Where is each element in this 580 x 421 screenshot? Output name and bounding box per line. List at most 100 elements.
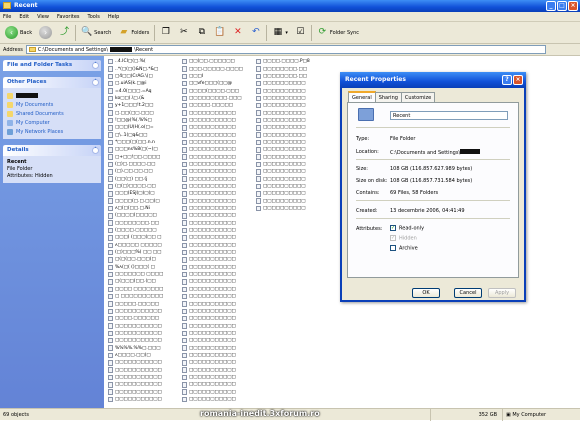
address-input[interactable]: C:\Documents and Settings\ \Recent bbox=[25, 45, 546, 54]
file-item[interactable]: □□□□□□□□□□□ bbox=[182, 337, 254, 344]
file-item[interactable]: □□□□□□□□□□□ bbox=[108, 366, 180, 373]
file-item[interactable]: □□□□□□□□□□□ bbox=[108, 381, 180, 388]
file-item[interactable]: ʌ□(□(□□.□.Ni bbox=[108, 205, 180, 212]
file-item[interactable]: □□□□□□□□□□□ bbox=[182, 396, 254, 403]
panel-header[interactable]: Other Places ˄ bbox=[3, 77, 101, 88]
file-item[interactable]: □□□□□□□□□□ bbox=[256, 80, 336, 87]
file-item[interactable]: □□□□□□□□.□□ bbox=[108, 220, 180, 227]
file-item[interactable]: □(□□□(□□.(□□ bbox=[108, 278, 180, 285]
file-item[interactable]: □□□□□□□□□□□ bbox=[182, 352, 254, 359]
file-item[interactable]: □□□□□□□□□□□ bbox=[182, 205, 254, 212]
file-item[interactable]: ..4.ICI□(□.%( bbox=[108, 58, 180, 65]
file-item[interactable]: □□□□□□□□□□□ bbox=[182, 388, 254, 395]
file-item[interactable]: □□□.□□□□□.□□□□ bbox=[182, 65, 254, 72]
file-item[interactable]: □□□□□□□□□□□ bbox=[182, 139, 254, 146]
chevron-up-icon[interactable]: ˄ bbox=[92, 147, 99, 154]
file-item[interactable]: □□□□□□□□□□□ bbox=[182, 322, 254, 329]
file-item[interactable]: □□□□□□□□□□□ bbox=[182, 131, 254, 138]
menu-edit[interactable]: Edit bbox=[19, 12, 29, 21]
file-item[interactable]: □□□(ESJ(□)□(□ bbox=[108, 190, 180, 197]
up-button[interactable]: ⤴ bbox=[57, 25, 72, 41]
file-item[interactable]: =4.0(□□□.=Aq bbox=[108, 87, 180, 94]
paste-button[interactable]: 📋 bbox=[212, 25, 227, 41]
file-item[interactable]: (□)□□□%( □□ □□ bbox=[108, 249, 180, 256]
file-item[interactable]: □□□□□□□□□□□ bbox=[182, 381, 254, 388]
file-item[interactable]: □□□□□.□□□□□ bbox=[182, 102, 254, 109]
file-item[interactable]: □□□□ □□□□□□□ bbox=[108, 286, 180, 293]
cut-button[interactable]: ✂ bbox=[176, 25, 191, 41]
file-item[interactable]: □□□□□□□□□□ bbox=[256, 168, 336, 175]
file-item[interactable]: □□(□□.□□□□□□ bbox=[182, 58, 254, 65]
file-item[interactable]: □□□□□□□□□□□ bbox=[182, 286, 254, 293]
file-item[interactable]: □+□□!□□.□□□□ bbox=[108, 153, 180, 160]
file-item[interactable]: □□□□□□□□□□ bbox=[256, 117, 336, 124]
file-item[interactable]: □□□□□□□□□□ bbox=[256, 190, 336, 197]
readonly-checkbox[interactable]: ✓ Read-only bbox=[390, 225, 424, 232]
file-item[interactable]: □□□□□□□□□□□ bbox=[182, 190, 254, 197]
file-item[interactable]: □□□□□□□□□□□ bbox=[182, 220, 254, 227]
file-item[interactable]: □□□□□□□□□□□ bbox=[108, 330, 180, 337]
file-item[interactable]: □□□□□□□□.□□ bbox=[256, 65, 336, 72]
ok-button[interactable]: OK bbox=[412, 288, 440, 298]
copy-to-button[interactable]: ❐ bbox=[158, 25, 173, 41]
file-item[interactable]: □□□□□□□□□□□ bbox=[108, 308, 180, 315]
file-item[interactable]: %%%%.%%□.□□□ bbox=[108, 344, 180, 351]
properties-button[interactable]: ☑ bbox=[293, 25, 308, 41]
menu-file[interactable]: File bbox=[3, 12, 11, 21]
file-item[interactable]: □□□□□□□□□□ bbox=[256, 95, 336, 102]
file-item[interactable]: □□vfe□□□(□□@ bbox=[182, 80, 254, 87]
file-item[interactable]: □□□□□□□□□□ bbox=[256, 183, 336, 190]
file-item[interactable]: □□□□□□□□□□□ bbox=[182, 212, 254, 219]
other-place-my-computer[interactable]: My Computer bbox=[7, 118, 97, 127]
file-item[interactable]: □□□□□□□□□□□ bbox=[108, 337, 180, 344]
file-item[interactable]: (□(□)□□□□.□□ bbox=[108, 183, 180, 190]
search-button[interactable]: 🔍 Search bbox=[79, 25, 113, 41]
file-item[interactable]: □□□□□□□□□□□ bbox=[182, 344, 254, 351]
folders-button[interactable]: ▰ Folders bbox=[116, 25, 151, 41]
file-item[interactable]: (□□(□) □□.(j bbox=[108, 176, 180, 183]
file-item[interactable]: □.□□(□□.□□□ bbox=[108, 109, 180, 116]
file-item[interactable]: □□□□□□□□□□ bbox=[256, 176, 336, 183]
file-item[interactable]: □□□□□□□□□□□ bbox=[182, 366, 254, 373]
close-button[interactable]: × bbox=[568, 1, 578, 11]
file-item[interactable]: □□□□□□□□□□□ bbox=[182, 359, 254, 366]
file-item[interactable]: (□□□□(□□□□□ bbox=[108, 212, 180, 219]
file-item[interactable]: □(□(□□.□□□(□ bbox=[108, 256, 180, 263]
file-item[interactable]: □□□□□□□□□□□ bbox=[108, 388, 180, 395]
file-item[interactable]: □□□□□□□□□□□ bbox=[182, 153, 254, 160]
file-item[interactable]: □□□(U(H(.o(□= bbox=[108, 124, 180, 131]
file-item[interactable]: □□□□□□□□□□□ bbox=[182, 183, 254, 190]
file-item[interactable]: □□□□□□□ □□□□ bbox=[108, 271, 180, 278]
file-item[interactable]: □□□□□□□□□□□ bbox=[182, 146, 254, 153]
file-item[interactable]: y+1□□□!t.2□□ bbox=[108, 102, 180, 109]
file-item[interactable]: □□□□.□□□□□□ bbox=[108, 315, 180, 322]
file-item[interactable]: *□□□(□(□□.n.n bbox=[108, 139, 180, 146]
other-place-user[interactable] bbox=[7, 91, 97, 100]
file-item[interactable]: □□□( (□□□(□□ □ bbox=[108, 234, 180, 241]
file-item[interactable]: (□□□□.□□□□□ bbox=[108, 227, 180, 234]
file-item[interactable]: (□)□.□□□□.□□ bbox=[108, 161, 180, 168]
file-item[interactable]: □□□□□□□□□□□ bbox=[182, 256, 254, 263]
file-item[interactable]: □\..1(□q&□□ bbox=[108, 131, 180, 138]
file-item[interactable]: %ʌ(□( ()□□□( □ bbox=[108, 264, 180, 271]
dialog-close-button[interactable]: × bbox=[513, 75, 523, 85]
menu-help[interactable]: Help bbox=[108, 12, 119, 21]
views-button[interactable]: ▦ ▾ bbox=[270, 25, 290, 41]
file-item[interactable]: □□□I bbox=[182, 73, 254, 80]
file-item[interactable]: □□□□□□□□□□□ bbox=[182, 315, 254, 322]
file-item[interactable]: □□□□.□□□□.P□8 bbox=[256, 58, 336, 65]
other-place-my-documents[interactable]: My Documents bbox=[7, 100, 97, 109]
tab-customize[interactable]: Customize bbox=[400, 92, 436, 102]
tab-sharing[interactable]: Sharing bbox=[374, 92, 402, 102]
file-item[interactable]: □□□□□□□□□.□□□ bbox=[182, 95, 254, 102]
menu-favorites[interactable]: Favorites bbox=[57, 12, 80, 21]
file-item[interactable]: □□□□□□□□□□ bbox=[256, 153, 336, 160]
tab-general[interactable]: General bbox=[348, 91, 376, 102]
file-item[interactable]: □□□□□□□□□□□ bbox=[182, 249, 254, 256]
file-item[interactable]: □□□□□□□□□□□ bbox=[182, 109, 254, 116]
file-item[interactable]: □□□□□□□□□□□ bbox=[108, 374, 180, 381]
file-item[interactable]: □□□□□□□□□□ bbox=[256, 198, 336, 205]
menu-view[interactable]: View bbox=[37, 12, 49, 21]
folder-sync-button[interactable]: ⟳ Folder Sync bbox=[315, 25, 361, 41]
file-item[interactable]: □□□□□□□□□□ bbox=[256, 139, 336, 146]
